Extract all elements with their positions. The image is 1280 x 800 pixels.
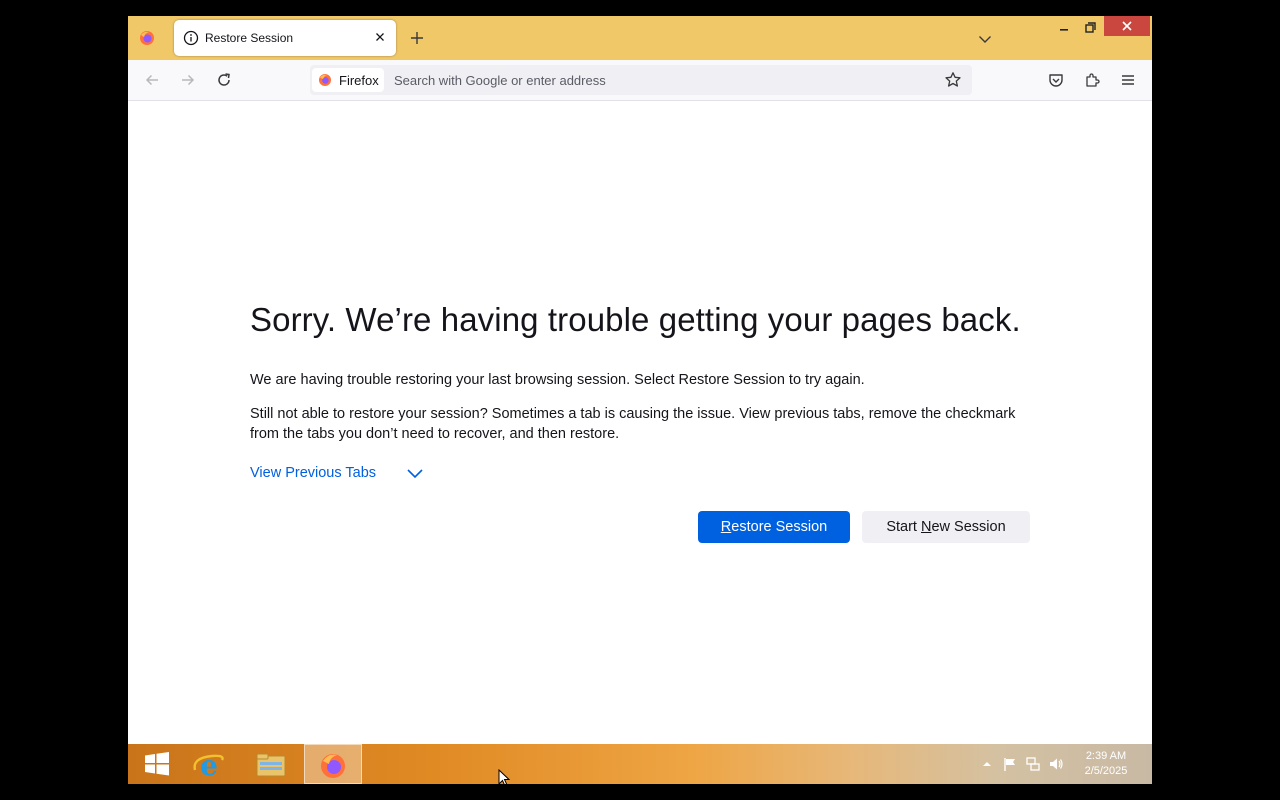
url-input[interactable] xyxy=(394,71,914,89)
back-arrow-icon xyxy=(145,74,158,86)
navigation-toolbar: Firefox xyxy=(128,60,1152,101)
address-bar[interactable]: Firefox xyxy=(310,65,972,95)
tab-restore-session[interactable]: Restore Session xyxy=(174,20,396,56)
hamburger-menu-icon xyxy=(1122,75,1134,85)
tab-strip: Restore Session xyxy=(128,16,1152,60)
minimize-window-button[interactable] xyxy=(1052,18,1076,38)
start-new-session-button[interactable]: Start New Session xyxy=(862,511,1030,543)
clock-date: 2/5/2025 xyxy=(1084,765,1128,777)
info-icon xyxy=(183,30,199,46)
firefox-taskbar-button[interactable] xyxy=(304,744,510,784)
trouble-message: We are having trouble restoring your las… xyxy=(250,372,865,388)
page-title: Sorry. We’re having trouble getting your… xyxy=(250,301,1021,338)
close-window-button[interactable] xyxy=(1104,16,1150,36)
forward-arrow-icon xyxy=(182,74,195,86)
extensions-button[interactable] xyxy=(1080,68,1104,92)
internet-explorer-button[interactable]: e xyxy=(180,744,238,784)
firefox-view-icon[interactable] xyxy=(138,29,156,47)
screen: Restore Session Firefox Search with Goog… xyxy=(128,16,1152,784)
windows-logo-icon xyxy=(145,752,169,776)
internet-explorer-icon: e xyxy=(193,750,224,780)
new-session-accesskey: N xyxy=(921,519,932,535)
mouse-cursor-icon xyxy=(498,763,510,784)
system-clock[interactable]: 2:39 AM 2/5/2025 xyxy=(1076,749,1136,779)
chevron-down-icon[interactable] xyxy=(406,467,424,481)
pocket-icon xyxy=(1049,74,1063,87)
firefox-logo-icon xyxy=(318,73,332,87)
action-center-flag-icon[interactable] xyxy=(1002,756,1018,772)
new-session-label-rest: ew Session xyxy=(931,519,1006,535)
forward-button[interactable] xyxy=(176,68,200,92)
puzzle-piece-icon xyxy=(1086,73,1100,87)
restore-label-rest: estore Session xyxy=(731,519,828,535)
list-all-tabs-chevron-icon[interactable] xyxy=(976,30,994,48)
show-hidden-icons-button[interactable] xyxy=(979,756,995,772)
clock-time: 2:39 AM xyxy=(1085,750,1127,762)
pocket-button[interactable] xyxy=(1044,68,1068,92)
bookmark-star-icon[interactable] xyxy=(944,71,962,89)
restore-session-button[interactable]: Restore Session xyxy=(698,511,850,543)
app-menu-button[interactable] xyxy=(1116,68,1140,92)
network-icon[interactable] xyxy=(1025,756,1041,772)
firefox-icon xyxy=(321,754,345,778)
close-tab-icon[interactable] xyxy=(372,29,388,45)
restore-window-button[interactable] xyxy=(1078,18,1102,38)
svg-text:e: e xyxy=(200,750,218,780)
new-session-label-before: Start xyxy=(886,519,921,535)
restore-accesskey: R xyxy=(720,519,732,535)
file-explorer-button[interactable] xyxy=(242,744,300,784)
new-tab-button[interactable] xyxy=(406,28,428,48)
identity-label: Firefox xyxy=(339,73,379,88)
tab-title: Restore Session xyxy=(205,31,294,45)
view-previous-tabs-link[interactable]: View Previous Tabs xyxy=(250,465,376,481)
folder-icon xyxy=(256,753,286,777)
start-button[interactable] xyxy=(128,744,186,784)
back-button[interactable] xyxy=(140,68,164,92)
volume-icon[interactable] xyxy=(1048,756,1064,772)
page-content: Sorry. We’re having trouble getting your… xyxy=(128,101,1152,744)
reload-button[interactable] xyxy=(212,68,236,92)
taskbar: e 2:39 AM 2/5/2025 xyxy=(128,744,1152,784)
reload-icon xyxy=(218,73,230,86)
identity-box[interactable]: Firefox xyxy=(312,68,384,92)
help-message: Still not able to restore your session? … xyxy=(250,406,1016,442)
